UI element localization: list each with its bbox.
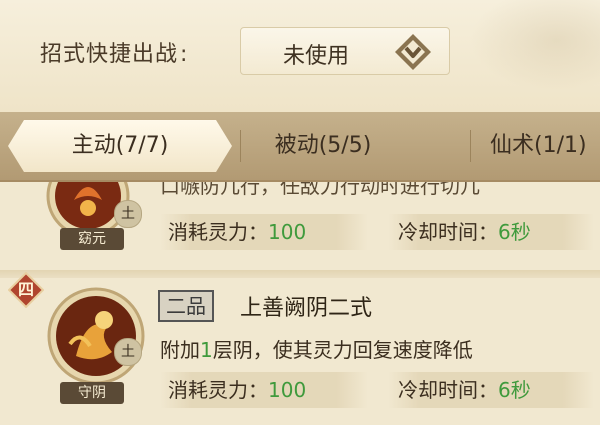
skill-card[interactable]: 土 窈元 口嗾防几行，任敌刀行动时进行切几 消耗灵力：100 冷却时间：6秒 [0, 182, 600, 264]
shortcut-header: 招式快捷出战: 未使用 [0, 0, 600, 112]
tab-active-skills[interactable]: 主动(7/7) [8, 120, 232, 172]
element-badge: 土 [114, 200, 142, 228]
tab-immortal-arts[interactable]: 仙术(1/1) [478, 120, 600, 172]
skill-icon [47, 287, 145, 385]
element-badge: 土 [114, 338, 142, 366]
skill-title: 上善阙阴二式 [240, 296, 373, 321]
mana-cost: 消耗灵力：100 [160, 372, 368, 408]
skill-stats: 消耗灵力：100 冷却时间：6秒 [160, 372, 594, 412]
dropdown-arrow-icon[interactable] [393, 32, 433, 72]
tab-divider [470, 130, 471, 162]
skill-tabs: 主动(7/7) 被动(5/5) 仙术(1/1) [0, 112, 600, 182]
cooldown: 冷却时间：6秒 [388, 214, 594, 250]
shortcut-label: 招式快捷出战: [40, 42, 189, 67]
skill-icon-name: 守阴 [60, 382, 124, 404]
cooldown: 冷却时间：6秒 [388, 372, 594, 408]
rank-label: 四 [17, 280, 34, 299]
skill-description: 附加1层阴，使其灵力回复速度降低 [160, 338, 473, 362]
shortcut-select[interactable]: 未使用 [240, 27, 450, 75]
shortcut-select-value: 未使用 [283, 44, 350, 69]
skill-description: 口嗾防几行，任敌刀行动时进行切几 [160, 182, 480, 198]
skill-list[interactable]: 土 窈元 口嗾防几行，任敌刀行动时进行切几 消耗灵力：100 冷却时间：6秒 四… [0, 182, 600, 425]
tab-divider [240, 130, 241, 162]
skill-icon-name: 窈元 [60, 228, 124, 250]
background-decoration [455, 0, 600, 100]
tab-passive-skills[interactable]: 被动(5/5) [248, 120, 398, 172]
mana-cost: 消耗灵力：100 [160, 214, 368, 250]
skill-stats: 消耗灵力：100 冷却时间：6秒 [160, 214, 594, 254]
grade-tag: 二品 [158, 290, 214, 322]
card-separator [0, 270, 600, 278]
skill-card[interactable]: 四 土 守阴 二品 上善阙阴二式 附加1层阴，使其灵力回复速度降低 消耗灵力：1… [0, 272, 600, 425]
